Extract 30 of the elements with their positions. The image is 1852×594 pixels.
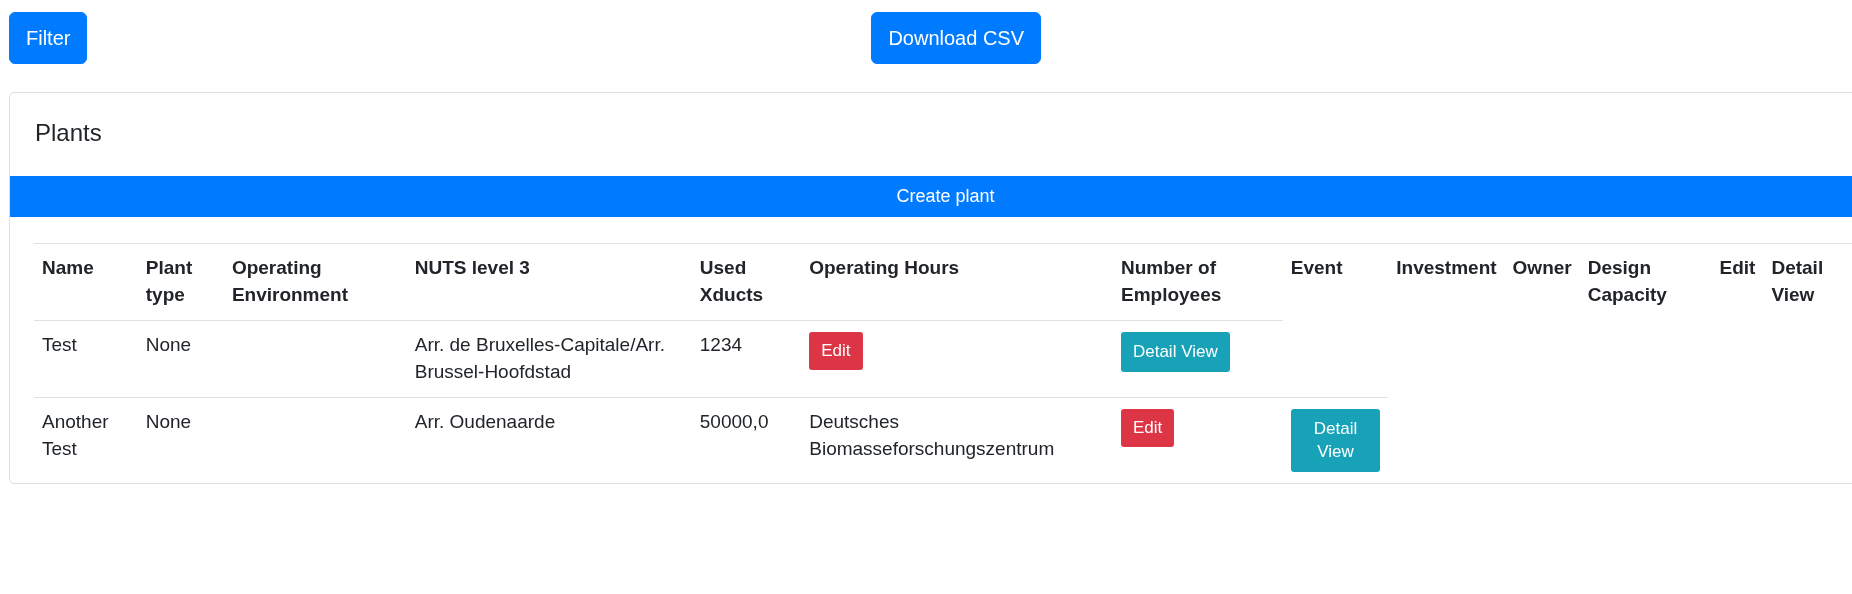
detail-view-button[interactable]: Detail View: [1120, 331, 1230, 372]
column-header: Used Xducts: [691, 243, 802, 321]
column-header: Edit: [1711, 243, 1764, 321]
table-cell: None: [137, 397, 224, 484]
column-header: NUTS level 3: [406, 243, 692, 321]
edit-button[interactable]: Edit: [809, 331, 863, 370]
table-cell: 1234: [691, 320, 802, 398]
column-header: Event: [1282, 243, 1389, 321]
table-cell: 50000,0: [691, 397, 802, 484]
column-header: Owner: [1504, 243, 1580, 321]
table-cell: Another Test: [34, 397, 138, 484]
card-title: Plants: [35, 119, 102, 146]
table-cell: Test: [34, 320, 138, 398]
create-plant-button[interactable]: Create plant: [10, 175, 1852, 217]
table-cell: None: [137, 320, 224, 398]
column-header: Plant type: [137, 243, 224, 321]
column-header: Number of Employees: [1112, 243, 1283, 321]
column-header: Investment: [1388, 243, 1505, 321]
edit-button[interactable]: Edit: [1120, 408, 1175, 447]
download-csv-button[interactable]: Download CSV: [871, 12, 1042, 64]
column-header: Operating Environment: [223, 243, 407, 321]
table-cell: Arr. Oudenaarde: [406, 397, 692, 484]
column-header: Design Capacity: [1579, 243, 1712, 321]
column-header: Detail View: [1763, 243, 1852, 321]
column-header: Name: [34, 243, 138, 321]
column-header: Operating Hours: [801, 243, 1113, 321]
detail-view-button[interactable]: Detail View: [1290, 408, 1381, 473]
table-cell: Arr. de Bruxelles-Capitale/Arr. Brussel-Hoofdstad: [406, 320, 692, 398]
filter-button[interactable]: Filter: [9, 12, 88, 64]
table-cell: Deutsches Biomasseforschungszentrum: [801, 397, 1113, 484]
